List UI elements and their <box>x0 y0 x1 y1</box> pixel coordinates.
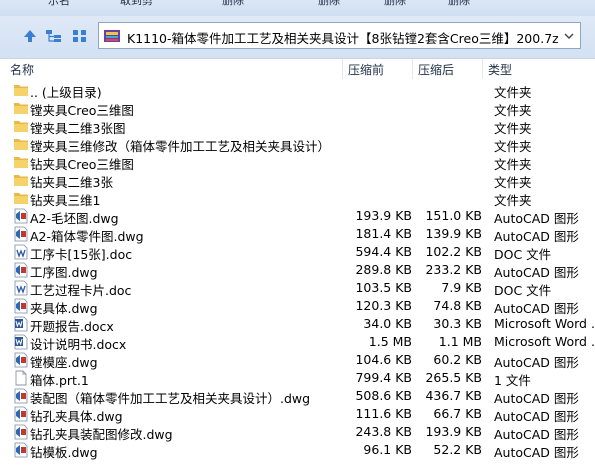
uncompressed-size: 151.0 KB <box>425 208 482 223</box>
dwg-icon <box>13 424 29 440</box>
compressed-size: 243.8 KB <box>355 424 412 439</box>
uncompressed-size: 7.9 KB <box>441 280 482 295</box>
uncompressed-size: 66.7 KB <box>433 406 482 421</box>
column-compressed[interactable]: 压缩前 <box>348 61 384 78</box>
file-type: Microsoft Word ... <box>494 316 595 331</box>
file-row[interactable]: 镗夹具Creo三维图 文件夹 <box>0 99 595 118</box>
word-icon <box>13 316 29 332</box>
compressed-size: 120.3 KB <box>355 298 412 313</box>
file-type: AutoCAD 图形 <box>494 445 579 460</box>
compressed-size: 799.4 KB <box>355 370 412 385</box>
dwg-icon <box>13 352 29 368</box>
doc-icon <box>13 244 29 260</box>
uncompressed-size: 30.3 KB <box>433 316 482 331</box>
uncompressed-size: 60.2 KB <box>433 352 482 367</box>
uncompressed-size: 265.5 KB <box>425 370 482 385</box>
toolbar: 示名 取到剪 删除 删除 删除 删除 <box>0 0 595 16</box>
uncompressed-size: 436.7 KB <box>425 388 482 403</box>
compressed-size: 34.0 KB <box>363 316 412 331</box>
file-list: .. (上级目录) 文件夹 镗夹具Creo三维图 文件夹 镗夹具二维3张图 文件夹 镗夹具三… <box>0 81 595 460</box>
file-row[interactable]: 钻孔夹具体.dwg 111.6 KB 66.7 KB AutoCAD 图形 <box>0 405 595 424</box>
file-row[interactable]: 箱体.prt.1 799.4 KB 265.5 KB 1 文件 <box>0 369 595 388</box>
dwg-icon <box>13 226 29 242</box>
uncompressed-size: 139.9 KB <box>425 226 482 241</box>
file-row[interactable]: A2-箱体零件图.dwg 181.4 KB 139.9 KB AutoCAD 图形 <box>0 225 595 244</box>
compressed-size: 181.4 KB <box>355 226 412 241</box>
file-row[interactable]: 镗夹具三维修改（箱体零件加工工艺及相关夹具设计） 文件夹 <box>0 135 595 154</box>
uncompressed-size: 233.2 KB <box>425 262 482 277</box>
doc-icon <box>13 280 29 296</box>
compressed-size: 1.5 MB <box>368 334 412 349</box>
file-row[interactable]: 装配图（箱体零件加工工艺及相关夹具设计）.dwg 508.6 KB 436.7 KB… <box>0 387 595 406</box>
toolbar-item[interactable]: 删除 <box>318 0 340 8</box>
file-row[interactable]: 钻夹具二维3张 文件夹 <box>0 171 595 190</box>
toolbar-item[interactable]: 示名 <box>48 0 70 8</box>
file-row[interactable]: 钻夹具三维1 文件夹 <box>0 189 595 208</box>
compressed-size: 96.1 KB <box>363 442 412 457</box>
file-row[interactable]: 钻孔夹具装配图修改.dwg 243.8 KB 193.9 KB AutoCAD 图形 <box>0 423 595 442</box>
dwg-icon <box>13 298 29 314</box>
address-row: K1110-箱体零件加工工艺及相关夹具设计【8张钻镗2套含Creo三维】200.… <box>0 16 595 59</box>
toolbar-item[interactable]: 取到剪 <box>120 0 153 8</box>
folder-icon <box>13 190 29 206</box>
file-row[interactable]: 镗夹具二维3张图 文件夹 <box>0 117 595 136</box>
compressed-size: 104.6 KB <box>355 352 412 367</box>
folder-icon <box>13 100 29 116</box>
column-name[interactable]: 名称 <box>10 61 34 78</box>
file-row[interactable]: 夹具体.dwg 120.3 KB 74.8 KB AutoCAD 图形 <box>0 297 595 316</box>
uncompressed-size: 193.9 KB <box>425 424 482 439</box>
column-header: 名称 压缩前 压缩后 类型 <box>0 59 595 79</box>
chevron-down-icon[interactable] <box>558 23 580 48</box>
dwg-icon <box>13 406 29 422</box>
tree-view-icon[interactable] <box>44 26 64 46</box>
toolbar-item[interactable]: 删除 <box>448 0 470 8</box>
file-row[interactable]: 钻夹具Creo三维图 文件夹 <box>0 153 595 172</box>
file-row[interactable]: 开题报告.docx 34.0 KB 30.3 KB Microsoft Word ..… <box>0 315 595 334</box>
compressed-size: 594.4 KB <box>355 244 412 259</box>
archive-icon <box>103 28 121 47</box>
file-name: 钻模板.dwg <box>30 445 98 460</box>
uncompressed-size: 1.1 MB <box>438 334 482 349</box>
uncompressed-size: 102.2 KB <box>425 244 482 259</box>
address-bar[interactable]: K1110-箱体零件加工工艺及相关夹具设计【8张钻镗2套含Creo三维】200.… <box>98 22 581 49</box>
file-row[interactable]: 镗模座.dwg 104.6 KB 60.2 KB AutoCAD 图形 <box>0 351 595 370</box>
toolbar-item[interactable]: 删除 <box>384 0 406 8</box>
compressed-size: 193.9 KB <box>355 208 412 223</box>
toolbar-item[interactable]: 删除 <box>222 0 244 8</box>
file-type: Microsoft Word ... <box>494 334 595 349</box>
file-row[interactable]: 工序卡[15张].doc 594.4 KB 102.2 KB DOC 文件 <box>0 243 595 262</box>
column-uncompressed[interactable]: 压缩后 <box>418 61 454 78</box>
file-row[interactable]: 钻模板.dwg 96.1 KB 52.2 KB AutoCAD 图形 <box>0 441 595 460</box>
column-type[interactable]: 类型 <box>488 61 512 78</box>
address-path: K1110-箱体零件加工工艺及相关夹具设计【8张钻镗2套含Creo三维】200.… <box>127 31 581 46</box>
dwg-icon <box>13 208 29 224</box>
word-icon <box>13 334 29 350</box>
folder-icon <box>13 82 29 98</box>
folder-icon <box>13 136 29 152</box>
file-row[interactable]: .. (上级目录) 文件夹 <box>0 81 595 100</box>
uncompressed-size: 52.2 KB <box>433 442 482 457</box>
folder-icon <box>13 172 29 188</box>
file-row[interactable]: 工艺过程卡片.doc 103.5 KB 7.9 KB DOC 文件 <box>0 279 595 298</box>
file-row[interactable]: 工序图.dwg 289.8 KB 233.2 KB AutoCAD 图形 <box>0 261 595 280</box>
dwg-icon <box>13 262 29 278</box>
up-arrow-icon[interactable] <box>20 26 40 46</box>
folder-icon <box>13 118 29 134</box>
folder-icon <box>13 154 29 170</box>
dwg-icon <box>13 442 29 458</box>
file-row[interactable]: 设计说明书.docx 1.5 MB 1.1 MB Microsoft Word ... <box>0 333 595 352</box>
compressed-size: 508.6 KB <box>355 388 412 403</box>
dwg-icon <box>13 388 29 404</box>
file-icon <box>13 370 29 386</box>
compressed-size: 103.5 KB <box>355 280 412 295</box>
uncompressed-size: 74.8 KB <box>433 298 482 313</box>
file-row[interactable]: A2-毛坯图.dwg 193.9 KB 151.0 KB AutoCAD 图形 <box>0 207 595 226</box>
view-list-icon[interactable] <box>70 26 90 46</box>
compressed-size: 289.8 KB <box>355 262 412 277</box>
compressed-size: 111.6 KB <box>355 406 412 421</box>
